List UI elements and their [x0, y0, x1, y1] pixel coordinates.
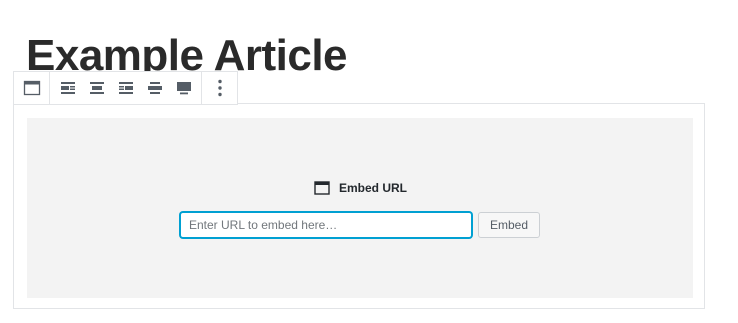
align-full-width-icon: [176, 82, 191, 95]
align-right-button[interactable]: [111, 72, 140, 104]
align-wide-button[interactable]: [140, 72, 169, 104]
embed-block[interactable]: Embed URL Embed: [13, 103, 705, 309]
block-switcher-group: [14, 72, 50, 104]
embed-button[interactable]: Embed: [478, 212, 540, 238]
embed-url-input[interactable]: [180, 212, 472, 238]
align-right-icon: [118, 82, 133, 94]
align-full-width-button[interactable]: [169, 72, 198, 104]
block-type-switcher-button[interactable]: [17, 72, 46, 104]
block-toolbar: [13, 71, 238, 105]
alignment-group: [50, 72, 202, 104]
align-left-button[interactable]: [53, 72, 82, 104]
browser-window-icon: [314, 181, 330, 195]
align-wide-icon: [147, 82, 162, 94]
align-left-icon: [60, 82, 75, 94]
embed-placeholder: Embed URL Embed: [27, 118, 693, 298]
align-center-icon: [89, 82, 104, 94]
vertical-ellipsis-icon: [217, 79, 222, 97]
embed-block-icon: [23, 80, 40, 96]
align-center-button[interactable]: [82, 72, 111, 104]
embed-label: Embed URL: [314, 180, 407, 196]
more-options-group: [202, 72, 237, 104]
embed-label-text: Embed URL: [339, 181, 408, 195]
more-options-button[interactable]: [205, 72, 234, 104]
